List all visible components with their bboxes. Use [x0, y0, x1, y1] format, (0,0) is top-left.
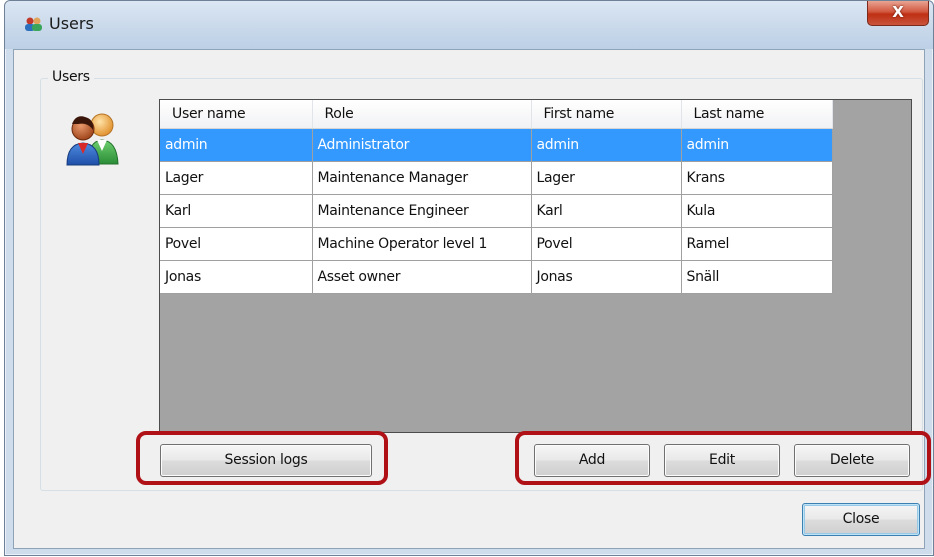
cell-first-name[interactable]: Lager [531, 161, 682, 195]
users-window: Users X Users User name Role First name … [4, 0, 934, 556]
cell-role[interactable]: Maintenance Engineer [312, 194, 532, 228]
cell-first-name[interactable]: Karl [531, 194, 682, 228]
table-header-row: User name Role First name Last name [160, 100, 833, 129]
users-data-grid[interactable]: User name Role First name Last name admi… [159, 99, 912, 433]
users-app-icon [25, 17, 42, 31]
users-group-icon [66, 113, 119, 166]
highlight-edit-buttons [515, 431, 931, 485]
window-close-button[interactable]: X [867, 1, 929, 26]
users-group-label: Users [48, 69, 94, 85]
cell-user-name[interactable]: Jonas [160, 260, 313, 294]
cell-first-name[interactable]: Jonas [531, 260, 682, 294]
cell-role[interactable]: Maintenance Manager [312, 161, 532, 195]
cell-first-name[interactable]: admin [531, 128, 682, 162]
column-header-user-name[interactable]: User name [160, 100, 313, 129]
close-icon: X [892, 3, 904, 21]
cell-last-name[interactable]: Ramel [681, 227, 833, 261]
table-row[interactable]: Jonas Asset owner Jonas Snäll [160, 260, 833, 294]
cell-first-name[interactable]: Povel [531, 227, 682, 261]
cell-user-name[interactable]: Povel [160, 227, 313, 261]
cell-role[interactable]: Asset owner [312, 260, 532, 294]
cell-user-name[interactable]: Karl [160, 194, 313, 228]
table-row[interactable]: Karl Maintenance Engineer Karl Kula [160, 194, 833, 228]
title-bar[interactable]: Users X [5, 1, 933, 49]
cell-user-name[interactable]: admin [160, 128, 313, 162]
highlight-session-logs [136, 431, 388, 485]
cell-last-name[interactable]: Snäll [681, 260, 833, 294]
table-row[interactable]: Lager Maintenance Manager Lager Krans [160, 161, 833, 195]
column-header-first-name[interactable]: First name [531, 100, 682, 129]
table-row[interactable]: Povel Machine Operator level 1 Povel Ram… [160, 227, 833, 261]
window-title: Users [49, 14, 94, 33]
cell-last-name[interactable]: admin [681, 128, 833, 162]
users-table: User name Role First name Last name admi… [160, 100, 833, 294]
cell-user-name[interactable]: Lager [160, 161, 313, 195]
cell-role[interactable]: Machine Operator level 1 [312, 227, 532, 261]
column-header-role[interactable]: Role [312, 100, 532, 129]
cell-last-name[interactable]: Krans [681, 161, 833, 195]
cell-last-name[interactable]: Kula [681, 194, 833, 228]
column-header-last-name[interactable]: Last name [681, 100, 833, 129]
close-button[interactable]: Close [802, 503, 920, 536]
table-row[interactable]: admin Administrator admin admin [160, 128, 833, 162]
cell-role[interactable]: Administrator [312, 128, 532, 162]
